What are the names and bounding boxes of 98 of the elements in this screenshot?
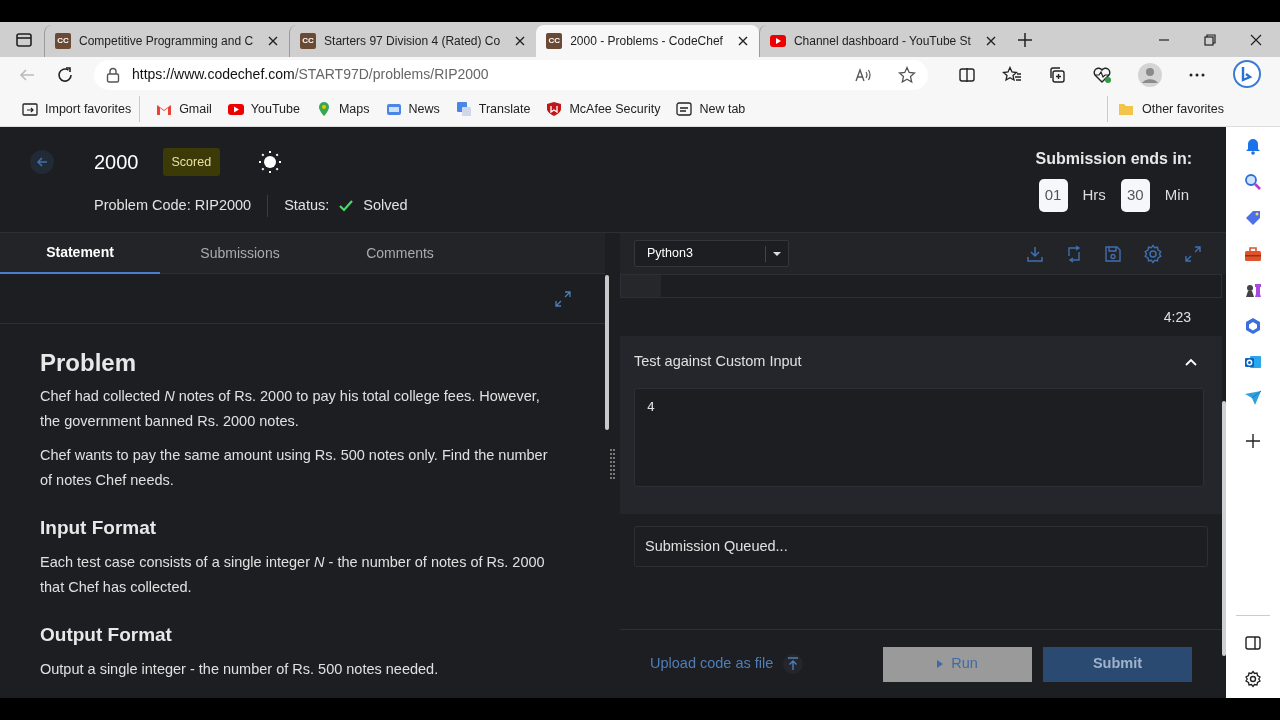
section-heading: Output Format [40,622,173,647]
collections-icon[interactable] [1048,65,1066,84]
translate-icon [455,101,472,117]
save-icon[interactable] [1104,244,1122,263]
section-heading: Problem [40,348,138,378]
language-dropdown[interactable]: Python3 [634,240,789,267]
tab-title: 2000 - Problems - CodeChef [570,33,723,50]
status-text: Solved [363,196,408,216]
tab[interactable]: Statement [0,233,160,274]
chevron-up-icon[interactable] [1184,357,1198,367]
bookmark-item[interactable]: YouTube [219,96,308,122]
upload-icon [787,657,800,671]
timer-label: Submission ends in: [1035,149,1192,169]
scrollbar-thumb[interactable] [1222,401,1226,656]
bookmark-item[interactable]: McAfee Security [538,96,669,122]
minutes-value: 30 [1120,179,1150,212]
bell-icon[interactable] [1244,137,1262,155]
scrollbar-thumb[interactable] [605,275,609,430]
codechef-favicon: CC [55,33,71,49]
statement-paragraph: Each test case consists of a single integer N - the number of notes of Rs. 2000 that Chef has collected. [40,552,546,597]
back-arrow-icon [36,156,48,168]
folder-icon [1118,102,1134,116]
settings-icon[interactable] [1244,670,1262,688]
side-panel-icon[interactable] [1244,634,1262,652]
url-text: https://www.codechef.com/START97D/problems/RIP2000 [132,65,490,84]
bookmark-item[interactable]: Import favorites [14,96,141,122]
shield-icon [546,101,563,117]
bookmark-item[interactable]: Gmail [148,96,220,122]
tag-icon[interactable] [1244,209,1262,227]
status-label: Status: [284,196,330,216]
more-icon[interactable] [1188,71,1206,78]
tab[interactable]: Submissions [160,233,320,274]
tab-title: Competitive Programming and C [79,33,254,50]
chat-assistant-icon[interactable] [1232,59,1262,90]
bookmark-item[interactable]: Maps [307,96,378,122]
send-icon[interactable] [1244,389,1262,407]
close-icon[interactable] [267,35,280,47]
read-aloud-icon[interactable] [854,66,872,83]
statement-paragraph: Chef wants to pay the same amount using Rs. 500 notes only. Find the number of notes Chef needs. [40,446,549,490]
office-icon[interactable] [1244,317,1262,335]
search-icon[interactable] [1244,173,1262,191]
import-favorites-icon [22,101,38,117]
upload-link[interactable]: Upload code as file [650,653,804,675]
tab[interactable]: Comments [320,233,480,274]
browser-tab[interactable]: CC 2000 - Problems - CodeChef [536,25,759,57]
sun-icon[interactable] [258,150,283,174]
tab-title: Channel dashboard - YouTube St [793,33,971,50]
newspaper-icon [385,101,402,117]
scored-tag: Scored [162,147,221,177]
check-icon [339,200,354,212]
bookmark-folder[interactable]: Other favorites [1107,96,1224,122]
hours-unit: Hrs [1082,185,1106,206]
back-button[interactable] [30,150,54,174]
play-icon [937,660,944,668]
youtube-icon [769,35,786,47]
close-icon[interactable] [1250,33,1262,46]
minutes-unit: Min [1164,185,1189,206]
statement-paragraph: Chef had collected N notes of Rs. 2000 to pay his total college fees. However, the government banned Rs. 2000 notes. [40,387,541,431]
bookmark-item[interactable]: News [377,96,448,122]
new-tab-page-icon [676,101,693,117]
problem-code: Problem Code: RIP2000 [94,196,252,216]
result-message: Submission Queued... [634,526,1208,567]
toolbox-icon[interactable] [1244,245,1262,263]
hours-value: 01 [1038,179,1068,212]
restore-icon[interactable] [1204,33,1216,46]
custom-input-header[interactable]: Test against Custom Input [634,336,1208,388]
resize-handle[interactable] [610,449,615,479]
reload-icon[interactable] [56,65,74,84]
custom-input-field[interactable]: 4 [634,388,1204,487]
cursor-position: 4:23 [1163,307,1191,327]
split-screen-icon[interactable] [958,65,976,84]
problem-title: 2000 [94,150,139,175]
bookmark-item[interactable]: Translate [447,96,539,122]
fullscreen-icon[interactable] [1184,244,1202,263]
favorites-icon[interactable] [1002,65,1022,84]
codechef-favicon: CC [300,33,317,49]
statement-paragraph: Output a single integer - the number of Rs. 500 notes needed. [40,659,440,679]
expand-icon[interactable] [555,290,571,307]
reset-icon[interactable] [1065,244,1083,263]
download-icon[interactable] [1026,244,1044,263]
close-icon[interactable] [736,35,749,47]
outlook-icon[interactable] [1244,353,1262,371]
lock-icon [106,66,120,83]
section-heading: Input Format [40,516,158,540]
chess-pieces-icon[interactable] [1244,281,1262,299]
bookmark-item[interactable]: New tab [668,96,754,122]
youtube-icon [227,101,244,117]
health-icon[interactable] [1092,65,1112,84]
address-bar[interactable]: https://www.codechef.com/START97D/problems/RIP2000 [94,59,928,90]
close-icon[interactable] [984,35,997,47]
star-icon[interactable] [898,65,916,84]
profile-avatar-icon[interactable] [1138,62,1162,87]
add-icon[interactable] [1245,433,1261,449]
submit-button[interactable]: Submit [1043,646,1192,682]
codechef-favicon: CC [546,33,563,49]
new-tab-icon[interactable] [1016,31,1033,48]
tab-title: Starters 97 Division 4 (Rated) Co [324,33,501,50]
close-icon[interactable] [514,35,527,47]
